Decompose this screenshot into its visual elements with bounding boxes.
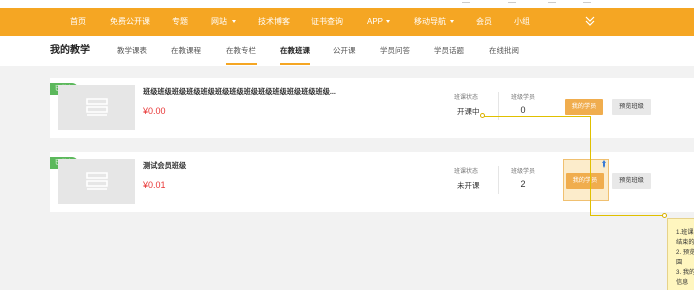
nav-item-topics[interactable]: 专题 (172, 8, 188, 36)
status-value: 开课中 (457, 107, 480, 116)
tab-teaching-courses[interactable]: 在教课程 (171, 36, 201, 66)
tab-hover-underline (226, 63, 257, 65)
nav-item-tech-blog[interactable]: 技术博客 (258, 8, 290, 36)
double-chevron-down-icon[interactable] (584, 15, 596, 27)
nav-item-app[interactable]: APP (367, 8, 383, 36)
annotation-line: 结束的 (676, 239, 694, 246)
tab-open-classes[interactable]: 公开课 (333, 36, 356, 66)
annotation-line: 2. 预览 (676, 249, 694, 256)
pin-icon[interactable] (599, 159, 609, 169)
nav-item-free-courses[interactable]: 免费公开课 (110, 8, 150, 36)
status-label: 班课状态 (454, 95, 479, 101)
annotation-anchor-dot (480, 113, 485, 118)
students-label: 班级学员 (511, 95, 536, 101)
status-value: 未开课 (457, 181, 480, 190)
annotation-line: 1.班课 (676, 229, 694, 236)
annotation-line: 3. 我的 (676, 269, 694, 276)
class-card: 已发布 班级班级班级班级班级班级班级班级班级班级班级班级班级... ¥0.00 … (50, 78, 694, 138)
tab-online-grading[interactable]: 在线批阅 (489, 36, 519, 66)
annotation-connector (482, 116, 590, 117)
nav-item-membership[interactable]: 会员 (476, 8, 492, 36)
active-tab-underline (280, 63, 310, 65)
nav-item-home[interactable]: 首页 (70, 8, 86, 36)
annotation-connector (590, 116, 591, 215)
chevron-down-icon (386, 20, 390, 23)
class-thumbnail[interactable] (58, 159, 135, 204)
teaching-sub-navigation: 我的教学 教学课表 在教课程 在教专栏 在教班课 公开课 学员问答 学员话题 在… (0, 36, 694, 66)
utility-divider (583, 2, 591, 3)
nav-item-groups[interactable]: 小组 (514, 8, 530, 36)
nav-item-websites[interactable]: 网站 (211, 8, 227, 36)
my-students-button[interactable]: 我的学员 (566, 173, 604, 189)
nav-item-mobile-nav[interactable]: 移动导航 (414, 8, 446, 36)
chevron-down-icon (450, 20, 454, 23)
tab-teaching-columns[interactable]: 在教专栏 (226, 36, 256, 66)
utility-divider (548, 2, 556, 3)
utility-divider (508, 2, 516, 3)
class-thumbnail[interactable] (58, 85, 135, 130)
top-navigation-bar: 首页 免费公开课 专题 网站 技术博客 证书查询 APP 移动导航 会员 小组 (0, 8, 694, 36)
class-title[interactable]: 班级班级班级班级班级班级班级班级班级班级班级班级班级... (143, 87, 336, 97)
annotation-note: 1.班课 结束的 2. 预览 園 3. 我的 信息 (667, 218, 694, 295)
page-footer-edge (0, 290, 694, 295)
nav-item-certificate-query[interactable]: 证书查询 (311, 8, 343, 36)
class-price: ¥0.01 (143, 180, 166, 190)
my-students-button[interactable]: 我的学员 (565, 99, 603, 115)
chevron-down-icon (232, 20, 236, 23)
preview-class-button[interactable]: 预览班级 (612, 99, 651, 115)
tab-teaching-schedule[interactable]: 教学课表 (117, 36, 147, 66)
students-count: 0 (520, 105, 526, 115)
tab-student-qa[interactable]: 学员问答 (380, 36, 410, 66)
annotation-line: 信息 (676, 279, 689, 286)
book-stack-icon (86, 98, 108, 116)
page-title: 我的教学 (50, 45, 90, 56)
class-price: ¥0.00 (143, 106, 166, 116)
top-utility-strip (0, 0, 694, 8)
utility-divider (462, 2, 470, 3)
annotation-connector (590, 215, 667, 216)
annotation-line: 園 (676, 259, 683, 266)
class-title[interactable]: 测试会员班级 (143, 161, 186, 171)
tab-student-topics[interactable]: 学员话题 (434, 36, 464, 66)
tab-teaching-classes[interactable]: 在教班课 (280, 36, 310, 66)
book-stack-icon (86, 172, 108, 190)
status-label: 班课状态 (454, 169, 479, 175)
students-label: 班级学员 (511, 169, 536, 175)
preview-class-button[interactable]: 预览班级 (612, 173, 651, 189)
students-count: 2 (520, 179, 526, 189)
stat-divider (498, 166, 499, 194)
